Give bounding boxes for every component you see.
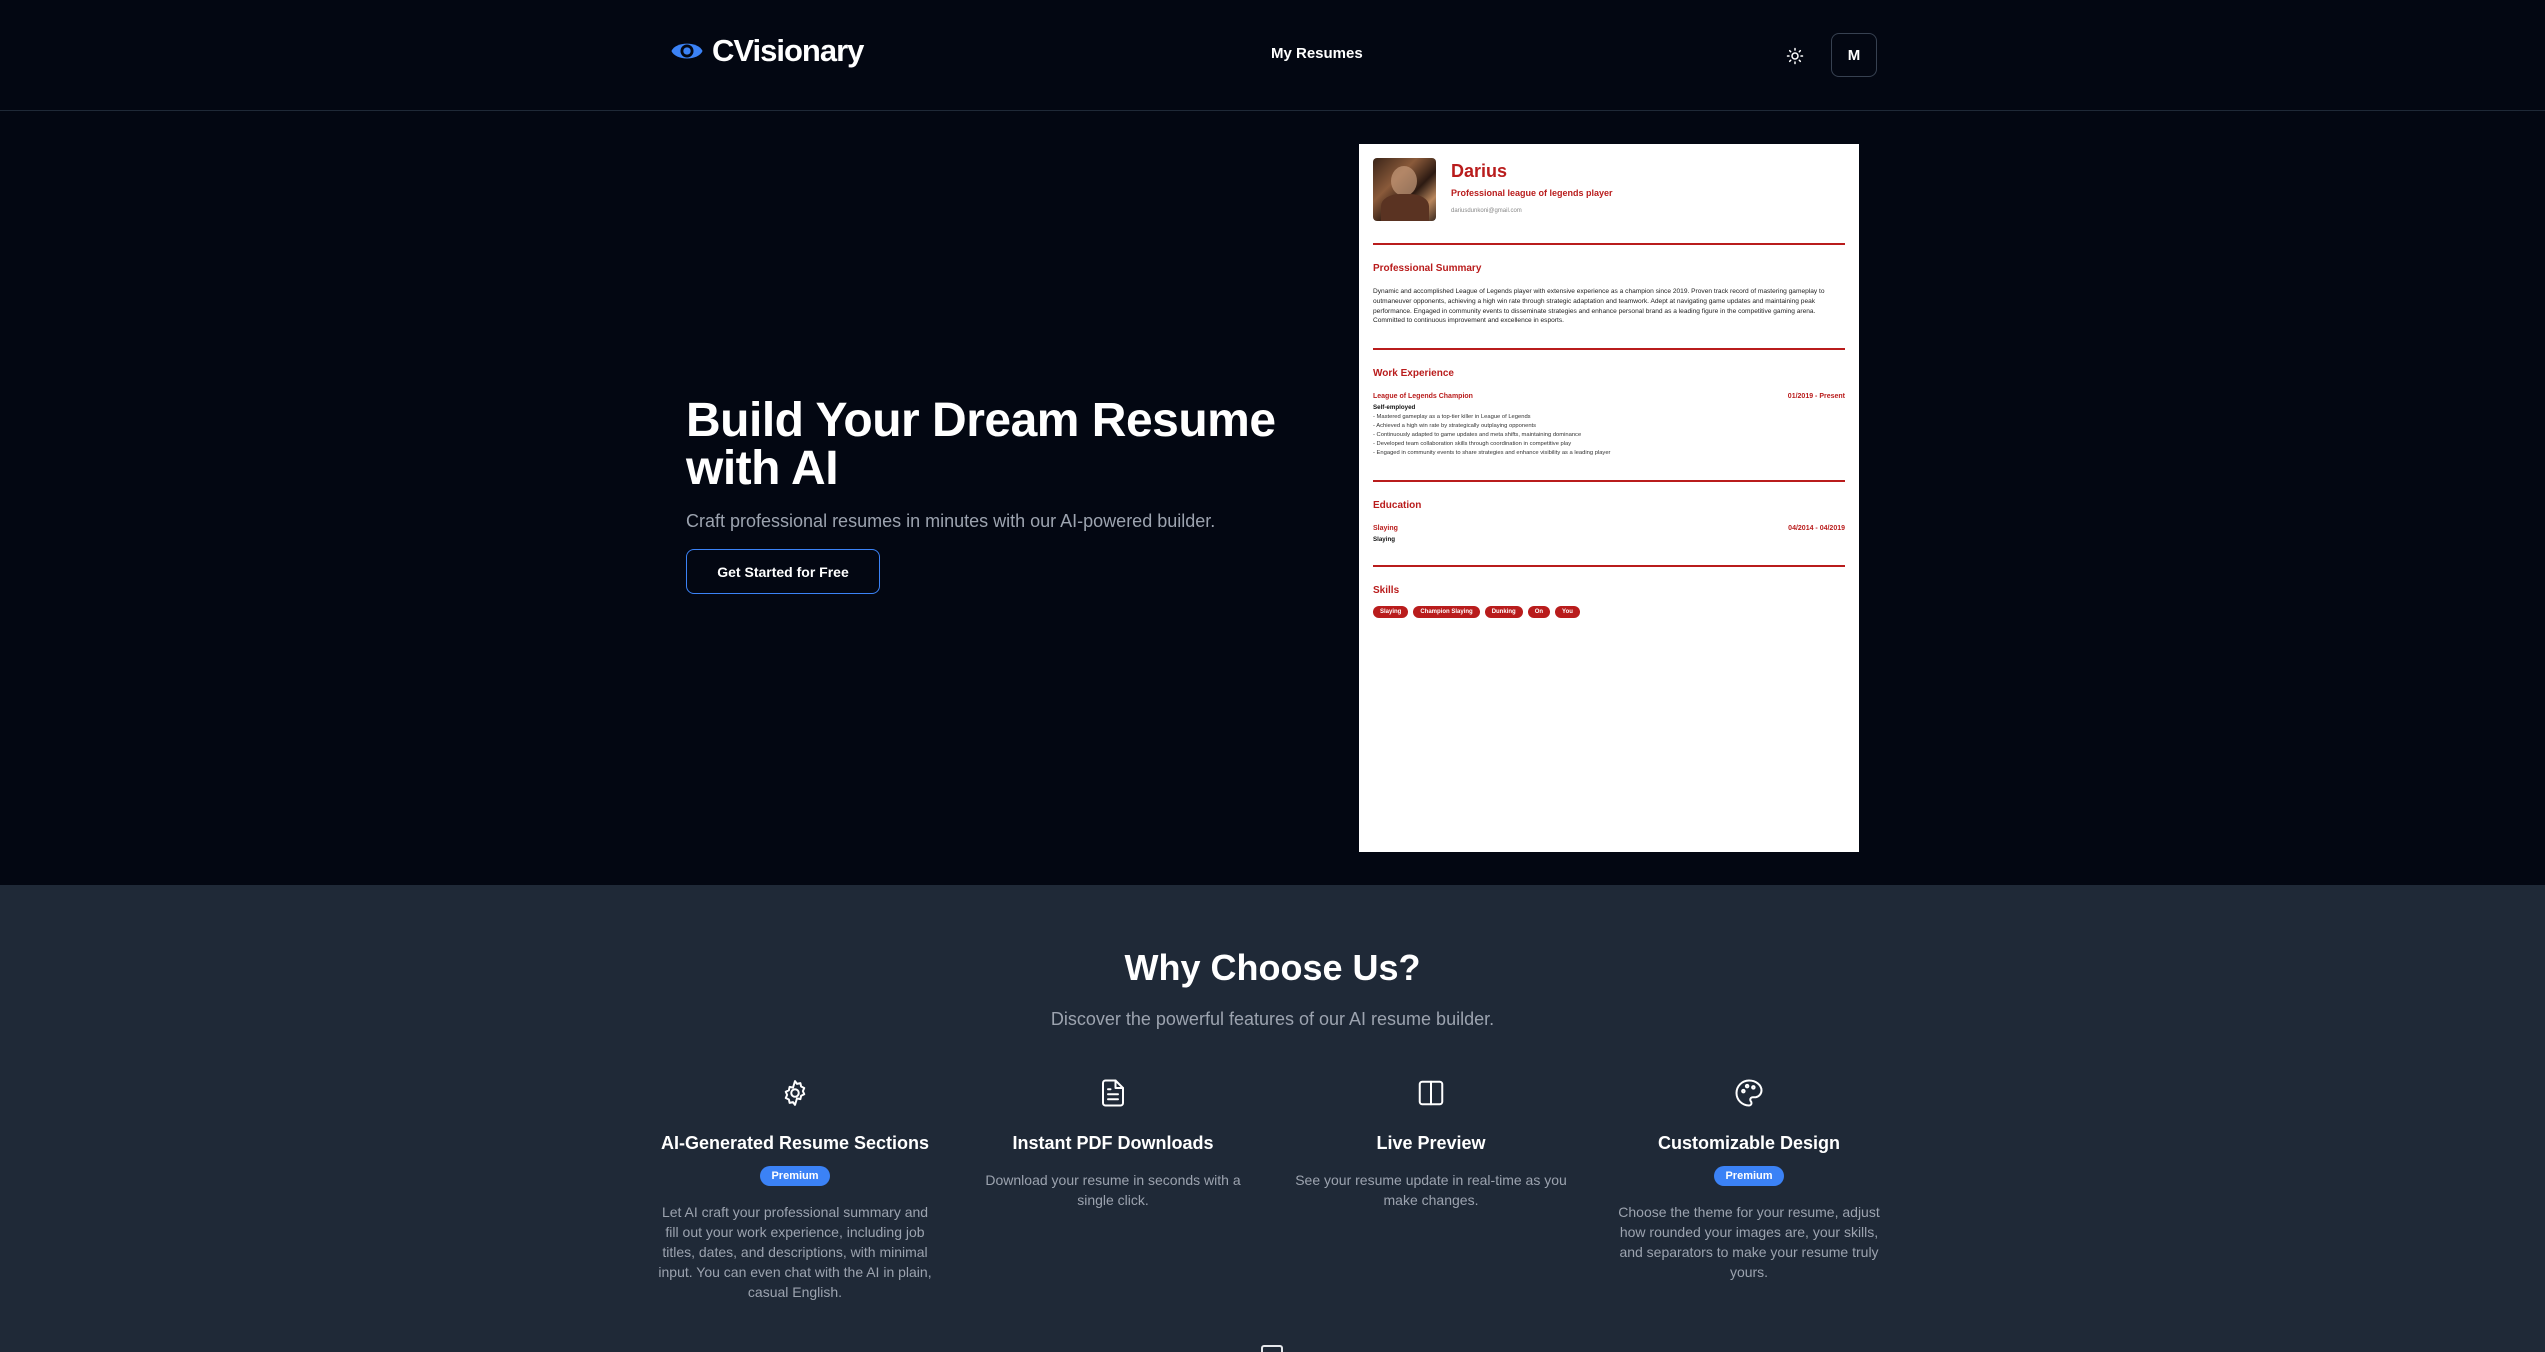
job-bullet: - Mastered gameplay as a top-tier killer… <box>1373 414 1531 421</box>
feature-name: AI-Generated Resume Sections <box>660 1133 930 1153</box>
job-bullets: - Mastered gameplay as a top-tier killer… <box>1373 413 1845 458</box>
resume-name: Darius <box>1451 161 1508 181</box>
palette-icon <box>1735 1079 1763 1107</box>
feature-name: Instant PDF Downloads <box>1012 1133 1214 1153</box>
next-section-icon <box>1261 1345 1283 1352</box>
brand-logo[interactable]: CVisionary <box>670 33 864 69</box>
features-subtitle: Discover the powerful features of our AI… <box>1050 1009 1495 1029</box>
education-dates: 04/2014 - 04/2019 <box>1788 525 1845 533</box>
resume-separator <box>1373 480 1845 483</box>
site-header: CVisionary My Resumes M <box>0 0 2545 111</box>
feature-card-design: Customizable Design Premium Choose the t… <box>1609 1078 1889 1282</box>
split-panel-icon <box>1418 1080 1444 1106</box>
skill-chip: Champion Slaying <box>1413 606 1480 619</box>
education-heading: Education <box>1373 500 1422 512</box>
job-bullet: - Achieved a high win rate by strategica… <box>1373 423 1537 430</box>
education-school: Slaying <box>1373 536 1396 544</box>
feature-description: Choose the theme for your resume, adjust… <box>1618 1204 1880 1280</box>
resume-photo <box>1373 158 1436 221</box>
education-row: Slaying 04/2014 - 04/2019 <box>1373 525 1845 532</box>
job-bullet: - Continuously adapted to game updates a… <box>1373 432 1582 439</box>
skills-list: Slaying Champion Slaying Dunking On You <box>1373 606 1845 619</box>
summary-heading: Professional Summary <box>1373 263 1482 274</box>
job-bullet: - Developed team collaboration skills th… <box>1373 441 1572 448</box>
feature-description: Let AI craft your professional summary a… <box>658 1204 932 1300</box>
resume-preview: Darius Professional league of legends pl… <box>1359 144 1859 852</box>
summary-text: Dynamic and accomplished League of Legen… <box>1373 288 1825 325</box>
feature-name: Live Preview <box>1376 1133 1486 1153</box>
skills-heading: Skills <box>1373 585 1400 597</box>
document-icon <box>1102 1079 1124 1107</box>
user-avatar-button[interactable]: M <box>1831 33 1877 77</box>
features-section: Why Choose Us? Discover the powerful fea… <box>0 885 2545 1352</box>
skill-chip: Dunking <box>1484 606 1523 619</box>
job-bullet: - Engaged in community events to share s… <box>1373 450 1611 457</box>
nav-my-resumes[interactable]: My Resumes <box>1271 45 1363 62</box>
resume-separator <box>1373 348 1845 351</box>
resume-header: Darius Professional league of legends pl… <box>1373 158 1845 221</box>
resume-role: Professional league of legends player <box>1451 188 1613 198</box>
premium-badge: Premium <box>760 1166 830 1186</box>
feature-description: See your resume update in real-time as y… <box>1295 1172 1567 1208</box>
skill-chip: You <box>1555 606 1580 619</box>
ai-cog-icon <box>784 1080 806 1106</box>
job-title: League of Legends Champion <box>1373 393 1473 401</box>
brand-name: CVisionary <box>712 33 864 68</box>
skill-chip: On <box>1527 606 1551 619</box>
premium-badge: Premium <box>1714 1166 1784 1186</box>
job-dates: 01/2019 - Present <box>1787 393 1845 401</box>
resume-separator <box>1373 243 1845 245</box>
theme-toggle-button[interactable] <box>1779 40 1811 72</box>
hero-subtitle: Craft professional resumes in minutes wi… <box>686 511 1216 531</box>
job-company: Self-employed <box>1373 404 1416 412</box>
education-title: Slaying <box>1373 525 1398 533</box>
work-heading: Work Experience <box>1373 368 1454 380</box>
hero-title: Build Your Dream Resume with AI <box>686 394 1276 495</box>
eye-icon <box>671 43 703 59</box>
feature-card-preview: Live Preview See your resume update in r… <box>1291 1078 1571 1210</box>
feature-card-pdf: Instant PDF Downloads Download your resu… <box>973 1078 1253 1210</box>
feature-description: Download your resume in seconds with a s… <box>985 1172 1241 1208</box>
resume-separator <box>1373 565 1845 568</box>
get-started-button[interactable]: Get Started for Free <box>686 549 880 594</box>
features-title: Why Choose Us? <box>1124 947 1421 988</box>
feature-card-ai: AI-Generated Resume Sections Premium Let… <box>655 1078 935 1302</box>
job-row: League of Legends Champion 01/2019 - Pre… <box>1373 393 1845 400</box>
resume-email: dariusdunkoni@gmail.com <box>1451 208 1522 214</box>
sun-icon <box>1786 47 1804 65</box>
skill-chip: Slaying <box>1373 606 1409 619</box>
hero-section: Build Your Dream Resume with AI Craft pr… <box>0 111 2545 885</box>
feature-name: Customizable Design <box>1657 1133 1841 1153</box>
